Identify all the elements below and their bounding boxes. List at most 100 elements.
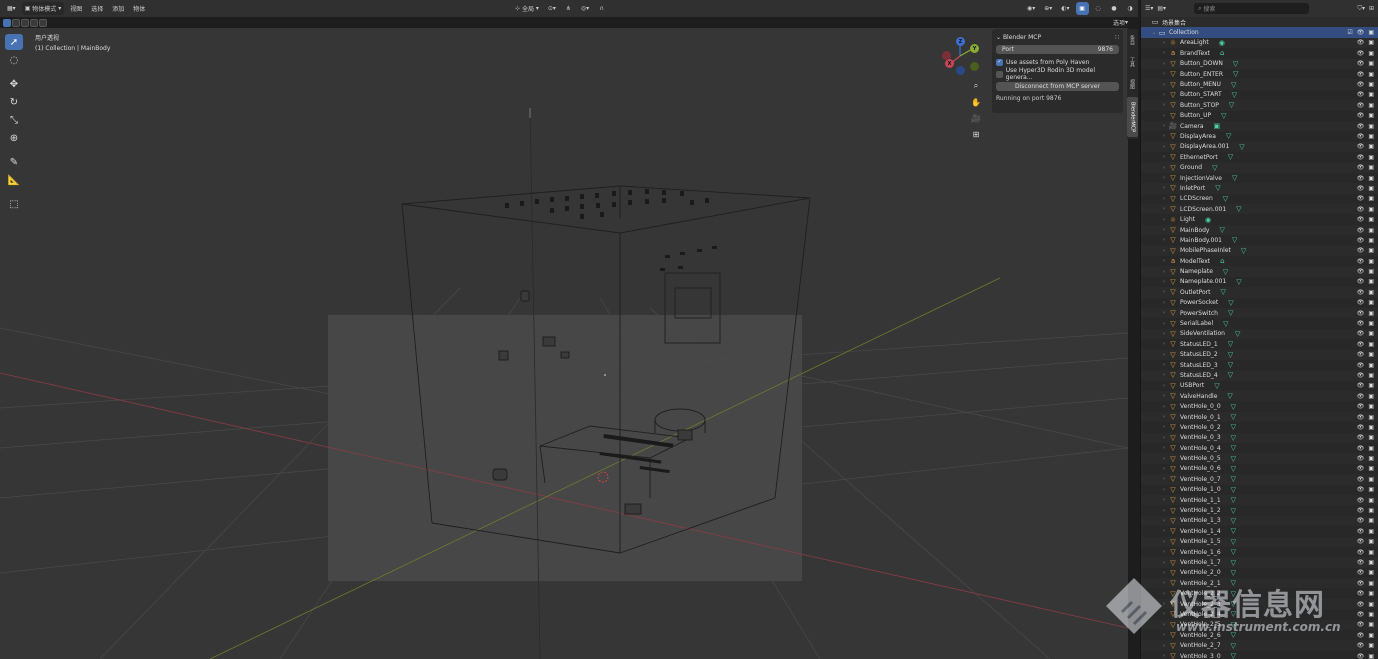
camera-render-icon[interactable]: ▣ — [1368, 278, 1374, 285]
object-data-icon[interactable]: ▽ — [1233, 60, 1238, 68]
camera-render-icon[interactable]: ▣ — [1368, 538, 1374, 545]
object-data-icon[interactable]: ▽ — [1239, 143, 1244, 151]
object-data-icon[interactable]: ▽ — [1231, 610, 1236, 618]
object-data-icon[interactable]: ▽ — [1231, 81, 1236, 89]
tab-item[interactable]: 条目 — [1127, 33, 1138, 47]
outliner-search[interactable]: ⌕ 搜索 — [1194, 3, 1310, 14]
object-data-icon[interactable]: ▽ — [1232, 91, 1237, 99]
camera-render-icon[interactable]: ▣ — [1368, 247, 1374, 254]
eye-icon[interactable]: 👁 — [1357, 330, 1365, 337]
rotate-tool[interactable]: ↻ — [5, 94, 23, 110]
camera-render-icon[interactable]: ▣ — [1368, 601, 1374, 608]
camera-render-icon[interactable]: ▣ — [1368, 268, 1374, 275]
outliner-item-row[interactable]: › ▽ Button_DOWN ▽ 👁 ▣ — [1141, 58, 1378, 69]
outliner-item-row[interactable]: › ▽ VentHole_3_0 ▽ 👁 ▣ — [1141, 651, 1378, 659]
object-data-icon[interactable]: ▽ — [1231, 590, 1236, 598]
object-data-icon[interactable]: ▽ — [1232, 236, 1237, 244]
outliner-item-row[interactable]: › ▽ PowerSocket ▽ 👁 ▣ — [1141, 298, 1378, 308]
object-data-icon[interactable]: ▽ — [1220, 288, 1225, 296]
outliner-item-row[interactable]: › ▽ InletPort ▽ 👁 ▣ — [1141, 183, 1378, 194]
object-data-icon[interactable]: ⌂ — [1220, 257, 1224, 265]
eye-icon[interactable]: 👁 — [1357, 653, 1365, 659]
outliner-item-row[interactable]: › ▽ Button_MENU ▽ 👁 ▣ — [1141, 79, 1378, 90]
camera-view-icon[interactable]: 🎥 — [970, 112, 982, 124]
select-extend-toggle[interactable] — [12, 18, 20, 27]
camera-render-icon[interactable]: ▣ — [1368, 289, 1374, 296]
camera-render-icon[interactable]: ▣ — [1368, 465, 1374, 472]
object-data-icon[interactable]: ▽ — [1223, 320, 1228, 328]
camera-render-icon[interactable]: ▣ — [1368, 175, 1374, 182]
outliner-item-row[interactable]: › ▽ StatusLED_3 ▽ 👁 ▣ — [1141, 360, 1378, 370]
scale-tool[interactable]: ⤡ — [5, 112, 23, 128]
camera-render-icon[interactable]: ▣ — [1368, 517, 1374, 524]
eye-icon[interactable]: 👁 — [1357, 434, 1365, 441]
camera-render-icon[interactable]: ▣ — [1368, 569, 1374, 576]
eye-icon[interactable]: 👁 — [1357, 559, 1365, 566]
outliner-item-row[interactable]: › ▽ VentHole_0_5 ▽ 👁 ▣ — [1141, 453, 1378, 464]
outliner-item-row[interactable]: › ▽ StatusLED_2 ▽ 👁 ▣ — [1141, 349, 1378, 360]
eye-icon[interactable]: 👁 — [1357, 227, 1365, 234]
eye-icon[interactable]: 👁 — [1357, 154, 1365, 161]
outliner-item-row[interactable]: › ▽ InjectionValve ▽ 👁 ▣ — [1141, 173, 1378, 183]
outliner-item-row[interactable]: › ▽ VentHole_1_6 ▽ 👁 ▣ — [1141, 547, 1378, 557]
eye-icon[interactable]: 👁 — [1357, 164, 1365, 171]
mode-select[interactable]: ▣ 物体模式 ▾ — [21, 2, 65, 15]
outliner-item-row[interactable]: › ▽ VentHole_0_1 ▽ 👁 ▣ — [1141, 411, 1378, 423]
tab-view[interactable]: 视图 — [1127, 77, 1138, 91]
eye-icon[interactable]: 👁 — [1357, 310, 1365, 317]
camera-render-icon[interactable]: ▣ — [1368, 50, 1374, 57]
outliner-item-row[interactable]: › ▽ Button_UP ▽ 👁 ▣ — [1141, 111, 1378, 121]
object-data-icon[interactable]: ▽ — [1231, 517, 1236, 525]
navigation-gizmo[interactable]: Z Y X — [940, 34, 980, 78]
collection-row[interactable]: ⌄ ▭ Collection ☑ 👁 ▣ — [1141, 27, 1378, 38]
object-data-icon[interactable]: ▽ — [1231, 486, 1236, 494]
outliner-item-row[interactable]: › ▽ Nameplate ▽ 👁 ▣ — [1141, 266, 1378, 277]
outliner-item-row[interactable]: › ▽ Ground ▽ 👁 ▣ — [1141, 162, 1378, 173]
camera-render-icon[interactable]: ▣ — [1368, 642, 1374, 649]
outliner-item-row[interactable]: › ▽ Button_START ▽ 👁 ▣ — [1141, 90, 1378, 100]
object-data-icon[interactable]: ▽ — [1226, 132, 1231, 140]
eye-icon[interactable]: 👁 — [1357, 247, 1365, 254]
camera-render-icon[interactable]: ▣ — [1368, 330, 1374, 337]
eye-icon[interactable]: 👁 — [1357, 549, 1365, 556]
camera-render-icon[interactable]: ▣ — [1368, 29, 1374, 36]
eye-icon[interactable]: 👁 — [1357, 538, 1365, 545]
object-data-icon[interactable]: ▽ — [1215, 184, 1220, 192]
outliner-item-row[interactable]: › ▽ VentHole_1_3 ▽ 👁 ▣ — [1141, 515, 1378, 527]
object-data-icon[interactable]: ▽ — [1231, 403, 1236, 411]
eye-icon[interactable]: 👁 — [1357, 569, 1365, 576]
outliner-item-row[interactable]: › ▽ LCDScreen.001 ▽ 👁 ▣ — [1141, 204, 1378, 215]
outliner-item-row[interactable]: › ▽ DisplayArea ▽ 👁 ▣ — [1141, 131, 1378, 141]
hyper3d-option[interactable]: Use Hyper3D Rodin 3D model genera... — [996, 67, 1119, 81]
camera-render-icon[interactable]: ▣ — [1368, 164, 1374, 171]
tab-blendermcp[interactable]: BlenderMCP — [1127, 97, 1138, 137]
camera-render-icon[interactable]: ▣ — [1368, 299, 1374, 306]
object-data-icon[interactable]: ▽ — [1228, 153, 1233, 161]
camera-render-icon[interactable]: ▣ — [1368, 497, 1374, 504]
xray-button[interactable]: ▣ — [1075, 2, 1089, 15]
eye-icon[interactable]: 👁 — [1357, 517, 1365, 524]
eye-icon[interactable]: 👁 — [1357, 268, 1365, 275]
object-data-icon[interactable]: ▽ — [1231, 496, 1236, 504]
eye-icon[interactable]: 👁 — [1357, 341, 1365, 348]
outliner-item-row[interactable]: › ▽ VentHole_2_0 ▽ 👁 ▣ — [1141, 568, 1378, 578]
filter-icon[interactable]: ⛉▾ — [1357, 5, 1365, 13]
gizmo-button[interactable]: ⊕▾ — [1041, 2, 1055, 15]
object-data-icon[interactable]: ▽ — [1231, 559, 1236, 567]
object-data-icon[interactable]: ▽ — [1231, 475, 1236, 483]
object-data-icon[interactable]: ▣ — [1214, 122, 1221, 130]
outliner-item-row[interactable]: › ▽ OutletPort ▽ 👁 ▣ — [1141, 287, 1378, 298]
outliner-item-row[interactable]: › ▽ VentHole_2_2 ▽ 👁 ▣ — [1141, 588, 1378, 598]
hyper3d-checkbox[interactable] — [996, 70, 1003, 78]
object-data-icon[interactable]: ▽ — [1223, 195, 1228, 203]
camera-render-icon[interactable]: ▣ — [1368, 143, 1374, 150]
camera-render-icon[interactable]: ▣ — [1368, 476, 1374, 483]
object-data-icon[interactable]: ▽ — [1231, 423, 1236, 431]
outliner-item-row[interactable]: › ▽ Nameplate.001 ▽ 👁 ▣ — [1141, 277, 1378, 287]
gizmo-neg-x[interactable] — [942, 51, 951, 60]
object-data-icon[interactable]: ▽ — [1228, 309, 1233, 317]
camera-render-icon[interactable]: ▣ — [1368, 549, 1374, 556]
overlay-button[interactable]: ◐▾ — [1058, 2, 1072, 15]
eye-icon[interactable]: 👁 — [1357, 50, 1365, 57]
camera-render-icon[interactable]: ▣ — [1368, 237, 1374, 244]
